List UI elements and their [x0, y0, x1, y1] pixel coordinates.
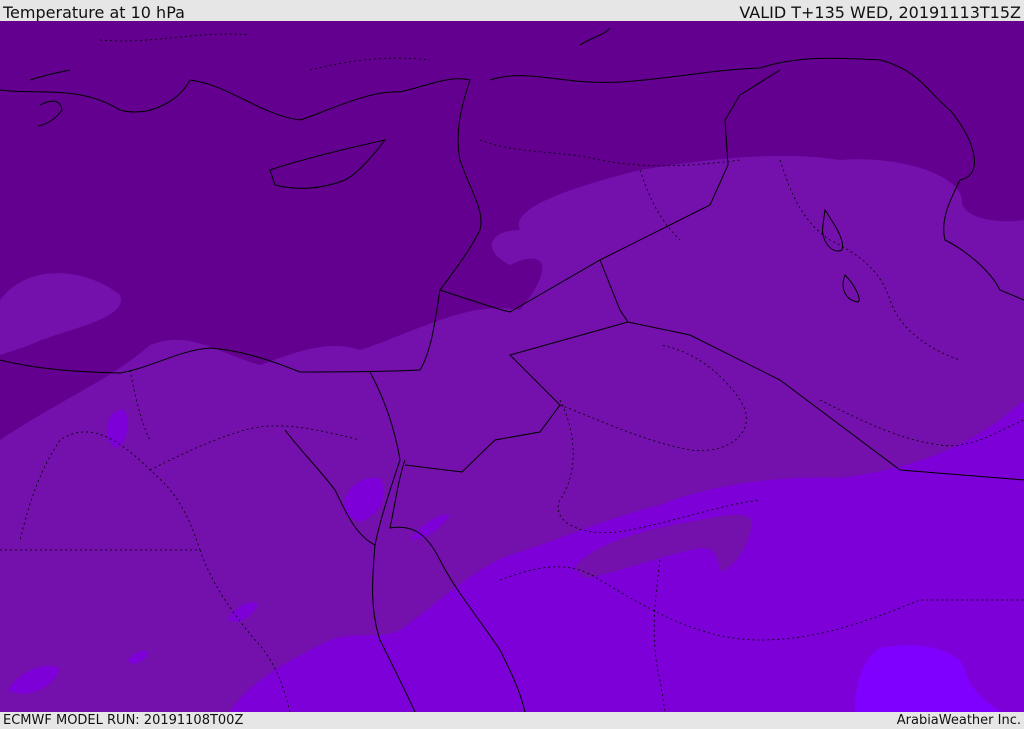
header-bar: Temperature at 10 hPa VALID T+135 WED, 2…	[0, 0, 1024, 22]
map-title: Temperature at 10 hPa	[3, 3, 185, 22]
map-canvas	[0, 21, 1024, 712]
weather-map	[0, 21, 1024, 712]
valid-time: VALID T+135 WED, 20191113T15Z	[739, 3, 1021, 22]
model-run-label: ECMWF MODEL RUN: 20191108T00Z	[3, 713, 244, 728]
footer-bar: ECMWF MODEL RUN: 20191108T00Z ArabiaWeat…	[0, 712, 1024, 729]
credit-label: ArabiaWeather Inc.	[896, 713, 1021, 728]
